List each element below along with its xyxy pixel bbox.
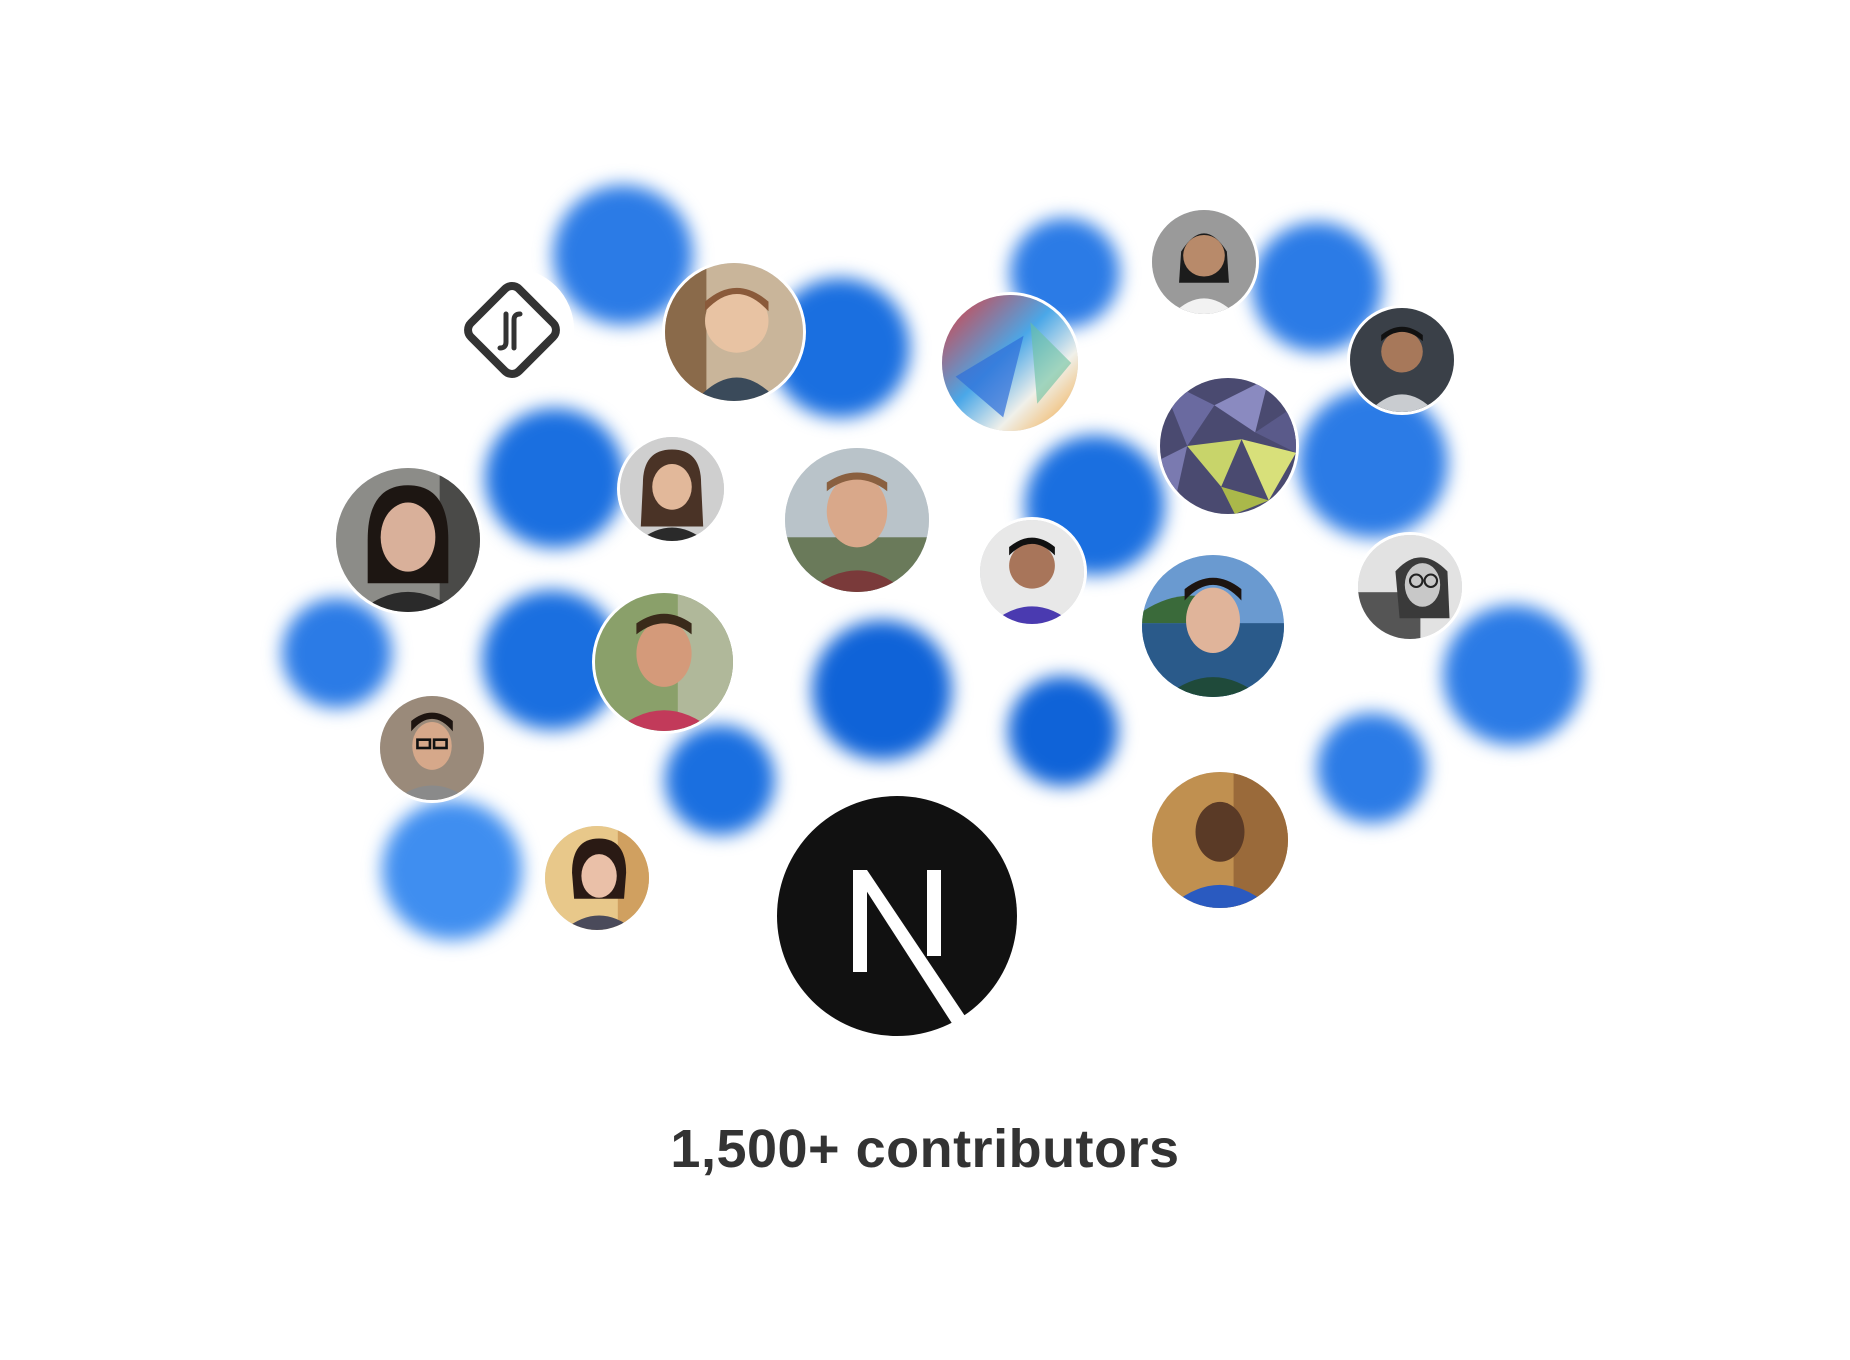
nextjs-logo-icon[interactable] [777, 796, 1017, 1036]
blue-blob [282, 598, 392, 708]
contributor-avatar[interactable] [1358, 535, 1462, 639]
contributor-avatar[interactable] [1350, 308, 1454, 412]
blue-blob [485, 408, 625, 548]
contributor-avatar[interactable] [336, 468, 480, 612]
blue-blob [382, 800, 522, 940]
contributor-avatar[interactable] [545, 826, 649, 930]
contributor-avatar[interactable] [1152, 210, 1256, 314]
contributors-cloud: 1,500+ contributors [0, 0, 1850, 1360]
jss-diamond-logo-icon[interactable] [450, 268, 574, 392]
contributors-count-caption: 1,500+ contributors [670, 1119, 1180, 1179]
contributor-avatar[interactable] [620, 437, 724, 541]
contributor-avatar[interactable] [942, 295, 1078, 431]
contributor-avatar[interactable] [595, 593, 733, 731]
contributor-avatar[interactable] [1152, 772, 1288, 908]
blue-blob [665, 725, 775, 835]
blue-blob [1298, 388, 1448, 538]
contributor-avatar[interactable] [785, 448, 929, 592]
blue-blob [812, 620, 952, 760]
contributor-avatar[interactable] [980, 520, 1084, 624]
blue-blob [1008, 676, 1118, 786]
blue-blob [1317, 713, 1427, 823]
contributor-avatar[interactable] [665, 263, 803, 401]
contributor-avatar[interactable] [1160, 378, 1296, 514]
blue-blob [1443, 605, 1583, 745]
contributor-avatar[interactable] [380, 696, 484, 800]
contributor-avatar[interactable] [1142, 555, 1284, 697]
